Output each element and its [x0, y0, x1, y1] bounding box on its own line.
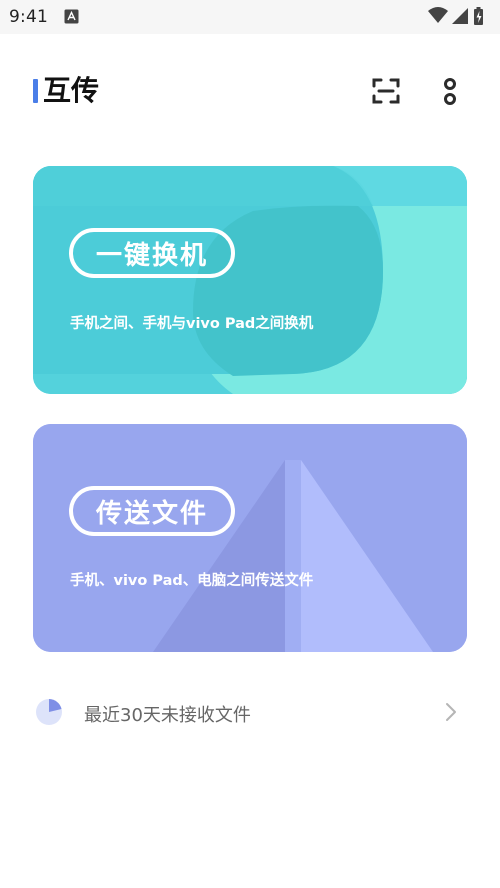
recent-unreceived-files-row[interactable]: 最近30天未接收文件 [0, 690, 500, 736]
phone-switch-button[interactable]: 一键换机 [69, 228, 235, 278]
phone-switch-card[interactable]: 一键换机 手机之间、手机与vivo Pad之间换机 [33, 166, 467, 394]
wifi-icon [428, 7, 448, 23]
chevron-right-icon [446, 703, 456, 721]
card-background-pattern [33, 424, 467, 652]
file-transfer-button[interactable]: 传送文件 [69, 486, 235, 536]
card-background-pattern [33, 166, 467, 394]
file-transfer-card[interactable]: 传送文件 手机、vivo Pad、电脑之间传送文件 [33, 424, 467, 652]
status-bar: 9:41 [0, 0, 500, 34]
phone-switch-description: 手机之间、手机与vivo Pad之间换机 [70, 316, 314, 332]
app-header: 互传 [0, 66, 500, 120]
battery-icon [474, 7, 483, 25]
notification-icon [64, 9, 79, 24]
page-title: 互传 [43, 74, 100, 107]
signal-icon [452, 8, 468, 24]
recent-files-label: 最近30天未接收文件 [84, 705, 251, 726]
file-transfer-description: 手机、vivo Pad、电脑之间传送文件 [70, 573, 314, 589]
more-options-icon[interactable] [440, 77, 460, 107]
pie-chart-icon [36, 699, 62, 725]
scan-icon[interactable] [372, 77, 400, 105]
status-time: 9:41 [9, 7, 48, 27]
title-accent-bar [33, 79, 38, 103]
status-icons [428, 6, 488, 26]
